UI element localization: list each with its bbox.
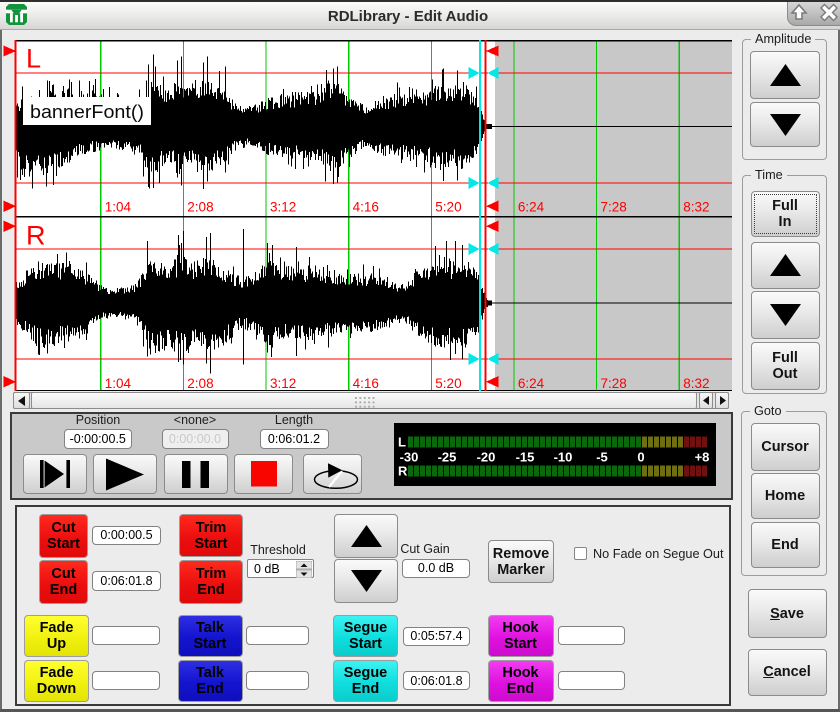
- svg-text:-20: -20: [477, 450, 496, 465]
- svg-text:R: R: [26, 221, 46, 251]
- svg-text:-15: -15: [516, 450, 535, 465]
- svg-text:-25: -25: [438, 450, 457, 465]
- svg-text:1:04: 1:04: [105, 200, 132, 215]
- svg-text:5:20: 5:20: [435, 200, 461, 215]
- svg-text:2:08: 2:08: [187, 200, 213, 215]
- svg-text:+8: +8: [695, 450, 710, 465]
- svg-text:-10: -10: [554, 450, 573, 465]
- svg-text:L: L: [26, 44, 41, 74]
- svg-text:-5: -5: [596, 450, 608, 465]
- svg-text:2:08: 2:08: [187, 376, 213, 391]
- svg-text:1:04: 1:04: [105, 376, 132, 391]
- svg-text:L: L: [398, 435, 406, 450]
- svg-text:3:12: 3:12: [270, 200, 296, 215]
- svg-text:4:16: 4:16: [353, 376, 379, 391]
- svg-text:bannerFont(): bannerFont(): [30, 102, 144, 122]
- svg-text:0: 0: [637, 450, 644, 465]
- svg-text:8:32: 8:32: [683, 376, 709, 391]
- svg-text:4:16: 4:16: [353, 200, 379, 215]
- svg-text:7:28: 7:28: [601, 200, 627, 215]
- svg-text:3:12: 3:12: [270, 376, 296, 391]
- svg-text:7:28: 7:28: [601, 376, 627, 391]
- svg-text:6:24: 6:24: [518, 200, 545, 215]
- svg-text:-30: -30: [400, 450, 419, 465]
- svg-text:5:20: 5:20: [435, 376, 461, 391]
- svg-text:8:32: 8:32: [683, 200, 709, 215]
- svg-text:6:24: 6:24: [518, 376, 545, 391]
- svg-text:R: R: [398, 464, 408, 479]
